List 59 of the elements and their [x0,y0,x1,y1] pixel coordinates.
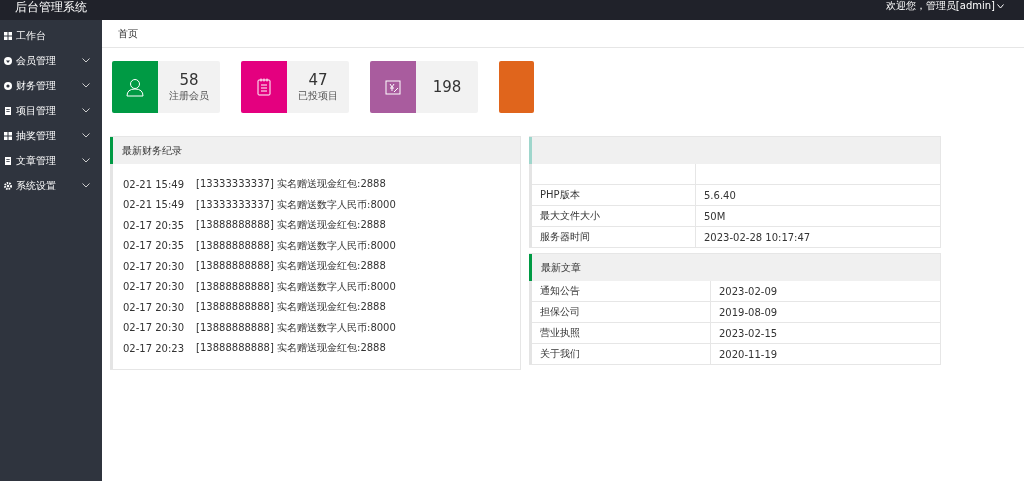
record-time: 02-17 20:30 [123,260,185,272]
sidebar-item[interactable]: 系统设置 [0,173,102,198]
sidebar-item[interactable]: 会员管理 [0,48,102,73]
panel-title: 最新文章 [541,260,581,275]
record-text: [13888888888] 实名赠送数字人民币:8000 [196,238,396,253]
settings-icon [4,181,12,190]
table-cell: 50M [695,205,940,227]
stat-label: 注册会员 [169,89,209,103]
document-icon [4,106,12,115]
record-text: [13888888888] 实名赠送现金红包:2888 [196,341,386,356]
record-time: 02-21 15:49 [123,199,185,211]
record-text: [13888888888] 实名赠送数字人民币:8000 [196,320,396,335]
record-time: 02-17 20:35 [123,240,185,252]
record-text: [13888888888] 实名赠送现金红包:2888 [196,259,386,274]
grid-icon [4,131,12,140]
table-cell: 2023-02-15 [710,322,940,344]
sidebar-item[interactable]: 文章管理 [0,148,102,173]
grid-icon [4,31,12,40]
sidebar-item[interactable]: 财务管理 [0,73,102,98]
record-time: 02-17 20:30 [123,301,185,313]
stat-value: 58 [179,71,199,89]
table-cell: 5.6.40 [695,184,940,206]
breadcrumb[interactable]: 首页 [118,26,138,41]
record-text: [13888888888] 实名赠送现金红包:2888 [196,218,386,233]
record-text: [13888888888] 实名赠送数字人民币:8000 [196,279,396,294]
record-time: 02-17 20:23 [123,342,185,354]
sidebar-item[interactable]: 抽奖管理 [0,123,102,148]
table-cell: 服务器时间 [532,226,696,247]
coin-icon [4,81,12,90]
table-cell: PHP版本 [532,184,696,206]
record-time: 02-21 15:49 [123,178,185,190]
stat-label: 已投项目 [298,89,338,103]
app-title: 后台管理系统 [15,0,87,16]
record-text: [13333333337] 实名赠送数字人民币:8000 [196,197,396,212]
record-time: 02-17 20:35 [123,219,185,231]
table-cell: 2020-11-19 [710,343,940,364]
caret-icon [997,3,1004,9]
document-icon [4,156,12,165]
notepad-icon [255,77,273,97]
table-cell[interactable]: 担保公司 [532,301,711,323]
table-cell: 2023-02-28 10:17:47 [695,226,940,247]
table-cell[interactable]: 营业执照 [532,322,711,344]
wallet-icon [384,77,402,97]
record-text: [13888888888] 实名赠送现金红包:2888 [196,300,386,315]
stat-value: 198 [432,78,462,96]
sidebar-item[interactable]: 项目管理 [0,98,102,123]
sidebar-item[interactable]: 工作台 [0,23,102,48]
table-cell: 2023-02-09 [710,281,940,302]
table-cell[interactable]: 通知公告 [532,281,711,302]
user-icon [126,77,144,97]
panel-title: 最新财务纪录 [122,143,182,158]
table-cell[interactable]: 关于我们 [532,343,711,364]
record-text: [13333333337] 实名赠送现金红包:2888 [196,177,386,192]
stat-value: 47 [308,71,328,89]
record-time: 02-17 20:30 [123,322,185,334]
user-menu[interactable]: 欢迎您，管理员[admin] [885,0,1004,13]
table-cell: 2019-08-09 [710,301,940,323]
record-time: 02-17 20:30 [123,281,185,293]
table-cell: 最大文件大小 [532,205,696,227]
